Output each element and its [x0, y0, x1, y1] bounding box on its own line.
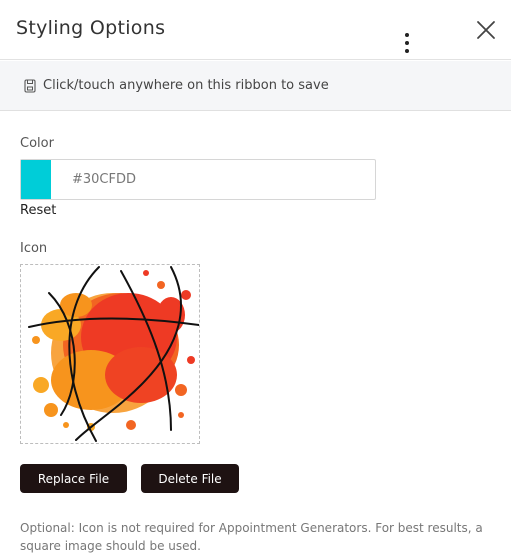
save-icon — [24, 79, 36, 93]
replace-file-button[interactable]: Replace File — [20, 464, 127, 493]
icon-label: Icon — [20, 241, 48, 256]
dialog-title: Styling Options — [16, 17, 166, 39]
color-input[interactable] — [52, 160, 374, 199]
color-field — [20, 159, 376, 200]
more-options-icon[interactable] — [400, 33, 414, 53]
save-ribbon[interactable]: Click/touch anywhere on this ribbon to s… — [0, 61, 511, 111]
close-icon[interactable] — [474, 18, 498, 42]
color-label: Color — [20, 136, 54, 151]
reset-color-button[interactable]: Reset — [20, 203, 56, 218]
icon-help-note: Optional: Icon is not required for Appoi… — [20, 521, 483, 553]
icon-image-preview — [20, 264, 200, 444]
save-ribbon-text: Click/touch anywhere on this ribbon to s… — [43, 78, 329, 93]
color-swatch[interactable] — [21, 160, 51, 199]
basketball-paint-splash-image — [28, 266, 199, 442]
delete-file-button[interactable]: Delete File — [141, 464, 239, 493]
dialog-header: Styling Options — [0, 0, 511, 60]
